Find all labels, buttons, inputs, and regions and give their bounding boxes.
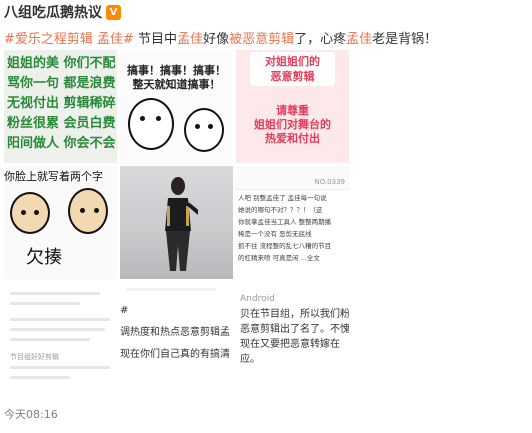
meme-text-line: 阳间做人 你会不会 [7,136,116,151]
post-text: #爱乐之程剪辑 孟佳# 节目中孟佳好像被恶意剪辑了，心疼孟佳老是背锅！ [4,32,438,47]
screenshot-header: NO.0339 [236,166,349,190]
hashtag-link[interactable]: #爱乐之程剪辑 孟佳# [4,32,134,47]
comment-line: 她说的哪句不对？？？！（这 [238,206,323,214]
meme-text-line: 姐姐的美 你们不配 [7,56,116,71]
comment-line: 的杠精来喷 可真是闲 ...全文 [238,254,320,262]
image-thumbnail-4[interactable]: 你脸上就写着两个字 欠揍 [4,166,117,279]
panda-face-icon [184,108,224,152]
comment-line: 人吧 别整孟佳了 孟佳每一句说 [238,194,327,202]
image-thumbnail-9[interactable]: Android 贝在节目组，所以我们粉 恶意剪辑出了名了。不愧 现在又要把恶意转… [236,282,349,395]
performer-photo-icon [165,177,198,271]
post-timestamp[interactable]: 今天08:16 [4,406,58,422]
screenshot-caption: 节目组好好剪辑 [10,353,59,361]
screenshot-text: Android 贝在节目组，所以我们粉 恶意剪辑出了名了。不愧 现在又要把恶意转… [240,294,349,365]
image-thumbnail-6[interactable]: NO.0339 人吧 别整孟佳了 孟佳每一句说 她说的哪句不对？？？！（这 你就… [236,166,349,279]
comment-line: 抓不住 流程整的乱七八糟的节目 [238,242,332,250]
image-thumbnail-7[interactable]: 节目组好好剪辑 [4,282,117,395]
screenshot-text: # 调热度和热点恶意剪辑孟 现在你们自己真的有搞清 [120,305,230,360]
mention-name[interactable]: 孟佳 [177,32,203,47]
meme-caption: 你脸上就写着两个字 [4,170,103,183]
image-thumbnail-5[interactable] [120,166,233,279]
cartoon-face-icon [10,192,50,234]
panda-face-icon [128,98,174,150]
post-author-row: 八组吃瓜鹅热议 V [4,2,121,22]
meme-caption: 欠揍 [26,247,62,268]
image-grid: 姐姐的美 你们不配 骂你一句 都是浪费 无视付出 剪辑稀碎 粉丝很累 会员白费 … [4,50,349,396]
cartoon-face-icon [68,188,108,234]
meme-text-line: 无视付出 剪辑稀碎 [7,96,116,111]
meme-text-line: 骂你一句 都是浪费 [7,76,116,91]
mention-name[interactable]: 孟佳 [346,32,372,47]
screenshot-id: NO.0339 [314,178,345,186]
meme-text-line: 粉丝很累 会员白费 [7,116,116,131]
verified-badge-icon: V [106,4,121,20]
comment-line: 你就拿孟佳当工具人 整整两期播 [238,218,332,226]
image-thumbnail-1[interactable]: 姐姐的美 你们不配 骂你一句 都是浪费 无视付出 剪辑稀碎 粉丝很累 会员白费 … [4,50,117,163]
image-thumbnail-8[interactable]: # 调热度和热点恶意剪辑孟 现在你们自己真的有搞清 [120,282,233,395]
image-thumbnail-2[interactable]: 搞事！搞事！搞事！ 整天就知道搞事！ [120,50,233,163]
image-thumbnail-3[interactable]: 对姐姐们的 恶意剪辑 请尊重 姐姐们对舞台的 热爱和付出 [236,50,349,163]
author-name[interactable]: 八组吃瓜鹅热议 [4,2,102,22]
keyword-link[interactable]: 被恶意剪辑 [229,32,294,47]
meme-caption: 请尊重 姐姐们对舞台的 热爱和付出 [254,104,331,145]
comment-line: 稀是一个没有 恶剪无底线 [238,230,312,238]
meme-caption: 搞事！搞事！搞事！ 整天就知道搞事！ [127,64,226,91]
meme-caption: 对姐姐们的 恶意剪辑 [250,52,335,86]
